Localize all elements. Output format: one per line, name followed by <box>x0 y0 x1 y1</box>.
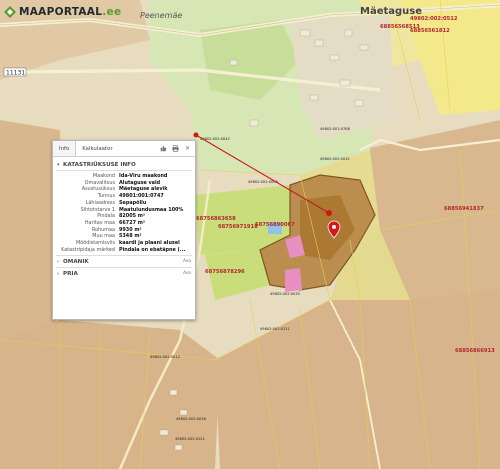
section-title: PRIA <box>63 270 78 277</box>
info-value: Maatulundusmaa 100% <box>119 206 184 213</box>
section-title: KATASTRIÜKSUSE INFO <box>63 161 136 168</box>
info-key: Rohumaa <box>91 226 115 233</box>
logo-brand: MAAPORTAAL <box>19 6 103 18</box>
map-cadastral-label: 49802:002:0036 <box>176 417 207 421</box>
map-cadastral-label: 49802:002:0035 <box>270 292 300 296</box>
place-label-peenemae: Peenemäe <box>140 11 182 20</box>
open-link[interactable]: Ava <box>183 271 191 276</box>
map-cadastral-label: 49802:002:0012 <box>150 355 180 359</box>
info-key: Tunnus <box>97 193 115 200</box>
map-parcel-id: 49802:002:0512 <box>410 16 458 22</box>
anchor-dot <box>326 210 332 216</box>
road-number-label: 11131 <box>6 70 25 77</box>
info-value: Pindala on ebatäpne (... <box>119 246 186 253</box>
info-row: Maakond Ida-Viru maakond <box>57 173 191 180</box>
info-key: Lähiaadress <box>85 199 115 206</box>
info-row: Tunnus 49801:001:0747 <box>57 193 191 200</box>
section-pria[interactable]: › PRIA Ava <box>53 268 195 279</box>
info-key: Haritav maa <box>84 219 115 226</box>
info-value: 82005 m² <box>119 213 145 220</box>
map-parcel-id: 68756971918 <box>218 224 258 230</box>
info-key: Mõõdistamisviis <box>76 240 115 247</box>
info-row: Pindala 82005 m² <box>57 213 191 220</box>
info-row: Rohumaa 9930 m² <box>57 227 191 234</box>
map-parcel-id: 68856866913 <box>455 348 495 354</box>
info-key: Omavalitsus <box>84 179 115 186</box>
map-parcel-id: 68856568513 <box>380 24 420 30</box>
map-parcel-id: 68756890067 <box>255 222 295 228</box>
open-link[interactable]: Ava <box>183 259 191 264</box>
section-omanik[interactable]: › OMANIK Ava <box>53 256 195 267</box>
tab-kalkulaator[interactable]: Kalkulaator <box>76 141 118 156</box>
map-parcel-id: 68756863658 <box>196 216 236 222</box>
map-parcel-id: 68856941837 <box>444 206 484 212</box>
info-row: Haritav maa 66727 m² <box>57 220 191 227</box>
map-cadastral-label: 49802:002:0121 <box>175 437 205 441</box>
info-value: 9930 m² <box>119 226 142 233</box>
logo-diamond-icon <box>4 6 16 18</box>
info-key: Pindala <box>97 213 115 220</box>
map-cadastral-label: 49802:002:0121 <box>260 327 290 331</box>
close-icon[interactable]: ✕ <box>184 144 191 152</box>
map-cadastral-label: 49802:002:0031 <box>320 157 350 161</box>
info-row: Omavalitsus Alutaguse vald <box>57 180 191 187</box>
info-rows: Maakond Ida-Viru maakond Omavalitsus Aluta… <box>53 171 195 255</box>
info-key: Sihtotstarve 1 <box>80 206 115 213</box>
info-row: Mõõdistamisviis kaardi ja plaani alusel <box>57 240 191 247</box>
info-row: Lähiaadress Sepapõllu <box>57 200 191 207</box>
anchor-dot <box>193 132 199 138</box>
info-row: Asustusüksus Mäetaguse alevik <box>57 186 191 193</box>
info-key: Muu maa <box>92 233 115 240</box>
info-row: Muu maa 5348 m² <box>57 233 191 240</box>
maaportaal-logo[interactable]: MAAPORTAAL.ee <box>4 4 121 20</box>
thumbs-up-icon[interactable] <box>160 144 167 152</box>
section-katastriuksuse-info[interactable]: ▾ KATASTRIÜKSUSE INFO <box>53 159 195 170</box>
map-parcel-id: 68756878296 <box>205 269 245 275</box>
info-row: Sihtotstarve 1 Maatulundusmaa 100% <box>57 207 191 214</box>
info-value: Sepapõllu <box>119 199 147 206</box>
print-icon[interactable] <box>172 144 179 152</box>
map-cadastral-label: 49802:001:0768 <box>320 127 351 131</box>
info-row: Katastripidaja märked Pindala on ebatäpne… <box>57 247 191 254</box>
info-key: Maakond <box>92 173 115 179</box>
section-title: OMANIK <box>63 258 89 265</box>
info-key: Asustusüksus <box>81 186 115 193</box>
logo-suffix: .ee <box>102 6 122 18</box>
parcel-info-panel: Info Kalkulaator ✕ ▾ KATASTRIÜKSUSE INFO… <box>52 140 196 320</box>
tab-info[interactable]: Info <box>53 141 77 156</box>
info-key: Katastripidaja märked <box>61 246 115 253</box>
info-value: 49801:001:0747 <box>119 193 164 200</box>
info-value: Ida-Viru maakond <box>119 173 168 179</box>
panel-tabs: Info Kalkulaator ✕ <box>53 141 195 157</box>
info-value: kaardi ja plaani alusel <box>119 240 180 247</box>
info-value: 66727 m² <box>119 219 145 226</box>
info-value: Mäetaguse alevik <box>119 186 168 193</box>
info-value: 5348 m² <box>119 233 142 240</box>
info-value: Alutaguse vald <box>119 179 161 186</box>
